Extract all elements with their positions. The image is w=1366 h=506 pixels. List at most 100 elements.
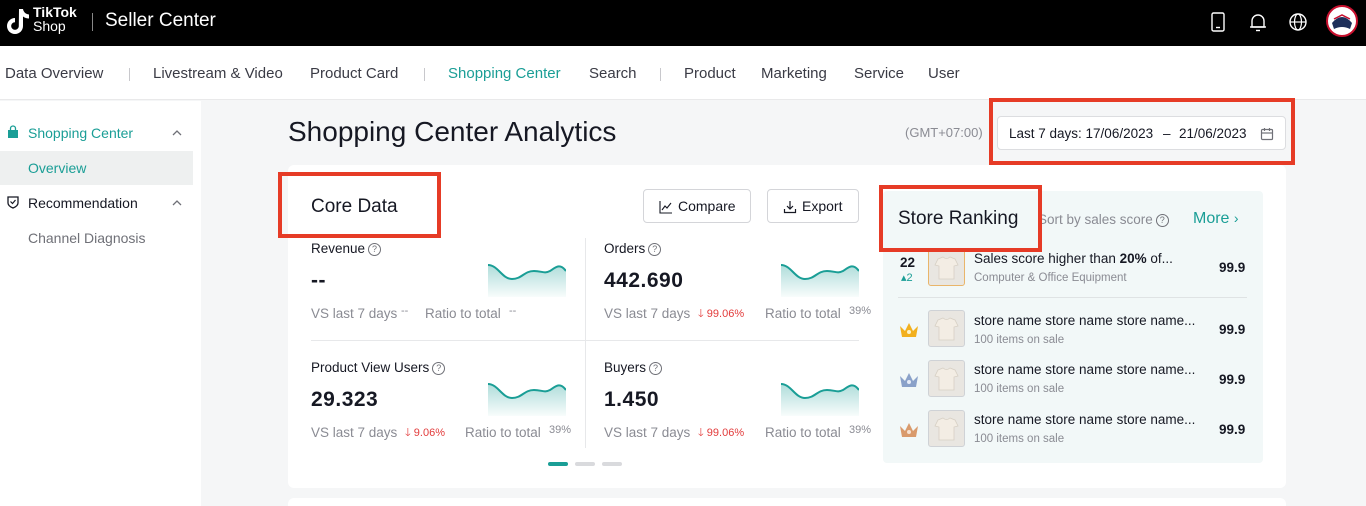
logo-line-1: TikTok: [33, 4, 77, 20]
metric-value-revenue: --: [311, 269, 326, 292]
sparkline-buyers: [781, 383, 859, 416]
tab-search[interactable]: Search: [589, 65, 637, 82]
timezone-label: (GMT+07:00): [905, 125, 983, 140]
sort-by-sales-score[interactable]: Sort by sales score?: [1038, 212, 1169, 227]
help-icon[interactable]: ?: [649, 362, 663, 375]
tab-shopping-center[interactable]: Shopping Center: [448, 65, 561, 82]
globe-icon[interactable]: [1287, 11, 1309, 33]
chevron-up-icon[interactable]: [171, 197, 183, 209]
line-chart-icon: [659, 201, 672, 214]
avatar-emblem-icon: [1329, 8, 1355, 34]
store-score: 99.9: [1219, 322, 1246, 337]
carousel-dot-2[interactable]: [575, 462, 595, 466]
phone-icon[interactable]: [1207, 11, 1229, 33]
tab-separator: [129, 68, 130, 81]
metric-ratio-revenue: --: [509, 305, 517, 317]
sidebar-item-channel-diagnosis[interactable]: Channel Diagnosis: [28, 230, 146, 246]
gold-crown-icon: [900, 323, 918, 337]
rank-change-value: 2: [906, 272, 913, 284]
arrow-down-icon: 🡓: [698, 427, 704, 439]
tab-user[interactable]: User: [928, 65, 960, 82]
sparkline-orders: [781, 264, 859, 297]
download-icon: [783, 201, 797, 214]
tshirt-image-icon: [934, 256, 959, 280]
more-link[interactable]: More ›: [1193, 210, 1239, 228]
metric-vs-label: VS last 7 days: [311, 306, 398, 321]
sparkline-product-view-users: [488, 383, 566, 416]
metric-ratio-label: Ratio to total: [465, 425, 541, 440]
metric-grid-divider: [311, 340, 859, 341]
metric-value-orders: 442.690: [604, 269, 684, 292]
tab-livestream-video[interactable]: Livestream & Video: [153, 65, 283, 82]
tab-marketing[interactable]: Marketing: [761, 65, 827, 82]
bronze-crown-icon: [900, 423, 918, 437]
carousel-dot-3[interactable]: [602, 462, 622, 466]
metric-label-buyers-text: Buyers: [604, 360, 647, 375]
sidebar-item-recommendation[interactable]: Recommendation: [28, 195, 138, 211]
help-icon[interactable]: ?: [368, 243, 382, 256]
metric-label-orders-text: Orders: [604, 241, 646, 256]
avatar[interactable]: [1326, 5, 1358, 37]
store-score: 99.9: [1219, 372, 1246, 387]
store-name[interactable]: store name store name store name...: [974, 412, 1195, 427]
sort-label: Sort by sales score: [1038, 212, 1153, 227]
metric-value-product-view-users: 29.323: [311, 388, 379, 411]
metric-value-buyers: 1.450: [604, 388, 660, 411]
chevron-up-icon[interactable]: [171, 127, 183, 139]
tab-data-overview[interactable]: Data Overview: [5, 65, 103, 82]
silver-crown-icon: [900, 373, 918, 387]
metric-change-buyers-value: 99.06%: [706, 427, 745, 439]
tiktok-shop-logo[interactable]: TikTok Shop: [33, 5, 77, 33]
store-items-count: 100 items on sale: [974, 433, 1065, 445]
ranking-divider: [898, 297, 1247, 298]
metric-label-revenue: Revenue?: [311, 241, 382, 256]
sparkline-revenue: [488, 264, 566, 297]
page-title: Shopping Center Analytics: [288, 116, 617, 147]
rank-change: ▴2: [901, 271, 913, 284]
bell-icon[interactable]: [1247, 11, 1269, 33]
help-icon[interactable]: ?: [648, 243, 662, 256]
main-nav-tabs: Data Overview Livestream & Video Product…: [0, 46, 1366, 100]
sidebar-item-shopping-center[interactable]: Shopping Center: [28, 125, 133, 141]
metric-label-orders: Orders?: [604, 241, 662, 256]
metric-ratio-buyers: 39%: [849, 424, 872, 436]
topbar-divider: [92, 13, 93, 31]
metric-change-orders: 🡓 99.06%: [698, 305, 744, 324]
tab-service[interactable]: Service: [854, 65, 904, 82]
highlight-frame-core-data: [278, 172, 441, 238]
export-label: Export: [802, 198, 843, 214]
app-title: Seller Center: [105, 10, 216, 31]
compare-label: Compare: [678, 198, 736, 214]
store-items-count: 100 items on sale: [974, 383, 1065, 395]
store-items-count: 100 items on sale: [974, 334, 1065, 346]
my-store-score: 99.9: [1219, 260, 1246, 275]
sidebar-item-overview[interactable]: Overview: [28, 160, 86, 176]
help-icon[interactable]: ?: [432, 362, 446, 375]
highlight-frame-store-ranking: [879, 185, 1042, 252]
metric-change-buyers: 🡓 99.06%: [698, 424, 744, 443]
tab-product-card[interactable]: Product Card: [310, 65, 398, 82]
tshirt-image-icon: [934, 367, 959, 391]
metric-vs-label: VS last 7 days: [311, 425, 398, 440]
store-name[interactable]: store name store name store name...: [974, 313, 1195, 328]
my-store-summary: Sales score higher than 20% of...: [974, 251, 1173, 266]
shopping-bag-icon: [8, 125, 18, 138]
compare-button[interactable]: Compare: [643, 189, 751, 223]
carousel-dot-1[interactable]: [548, 462, 568, 466]
export-button[interactable]: Export: [767, 189, 859, 223]
tab-separator: [660, 68, 661, 81]
metric-ratio-label: Ratio to total: [425, 306, 501, 321]
more-label: More: [1193, 210, 1230, 227]
my-rank: 22: [900, 255, 916, 270]
store-thumbnail: [928, 310, 965, 347]
my-store-category: Computer & Office Equipment: [974, 272, 1127, 284]
store-thumbnail: [928, 360, 965, 397]
tiktok-logo-icon[interactable]: [5, 7, 31, 37]
store-name[interactable]: store name store name store name...: [974, 362, 1195, 377]
highlight-frame-date-range: [989, 98, 1295, 165]
tshirt-image-icon: [934, 417, 959, 441]
tab-product[interactable]: Product: [684, 65, 736, 82]
help-icon[interactable]: ?: [1155, 214, 1169, 227]
my-store-summary-pct: 20%: [1119, 251, 1147, 266]
metric-vs-label: VS last 7 days: [604, 425, 691, 440]
